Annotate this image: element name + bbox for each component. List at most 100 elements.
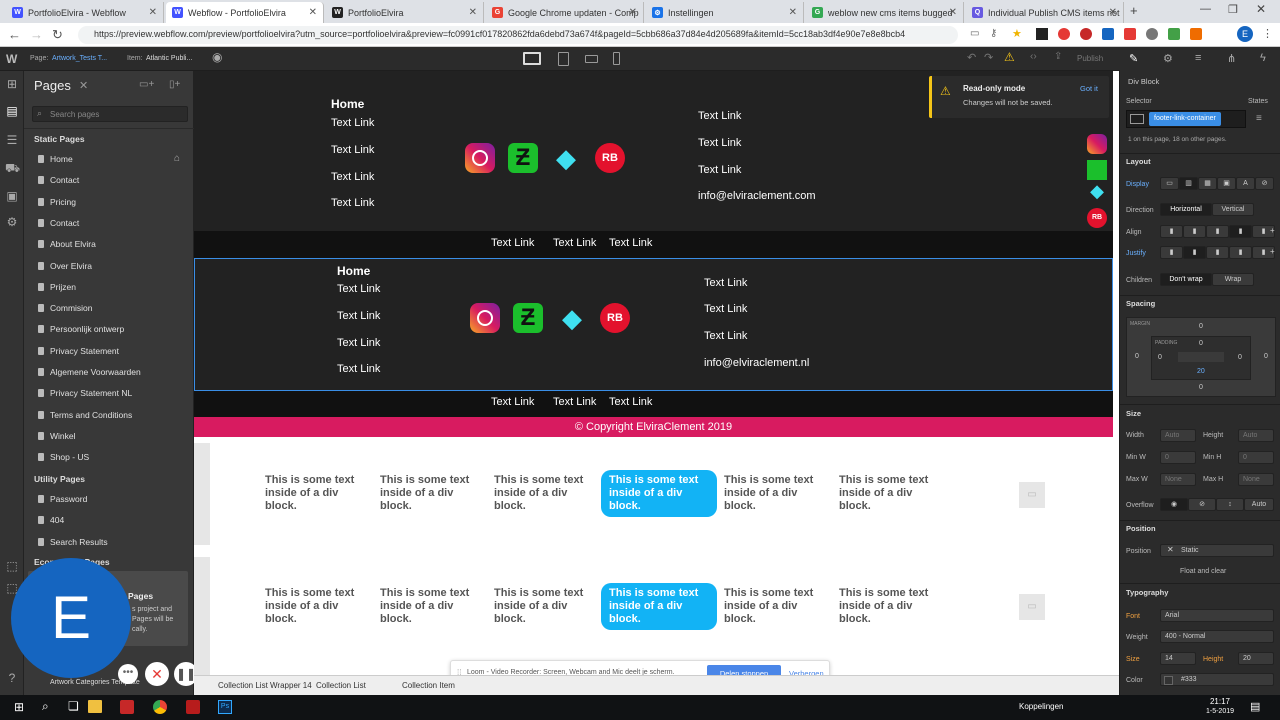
display-inline-block-icon[interactable]: ▣ xyxy=(1217,177,1236,190)
ext-red-icon[interactable] xyxy=(1124,28,1136,40)
class-tag[interactable]: footer-link-container xyxy=(1149,112,1221,126)
footer-text-link[interactable]: Text Link xyxy=(698,110,741,122)
cast-icon[interactable]: ▭ xyxy=(970,28,979,39)
footer-home-link[interactable]: Home xyxy=(331,97,364,111)
close-tab-icon[interactable]: ✕ xyxy=(469,7,477,18)
style-manager-icon[interactable]: ≡ xyxy=(1195,52,1201,64)
ext-orange-icon[interactable] xyxy=(1190,28,1202,40)
mobile-landscape-icon[interactable] xyxy=(585,55,598,63)
display-grid-icon[interactable]: ▦ xyxy=(1198,177,1217,190)
margin-top[interactable]: 0 xyxy=(1199,323,1203,330)
instagram-icon[interactable] xyxy=(470,303,500,333)
new-tab-button[interactable]: + xyxy=(1130,3,1138,18)
assets-icon[interactable]: ▣ xyxy=(5,189,19,203)
clock-date[interactable]: 1-5-2019 xyxy=(1200,708,1240,715)
maximize-button[interactable]: ❐ xyxy=(1228,3,1238,16)
redbubble-icon[interactable]: RB xyxy=(1087,208,1107,228)
webflow-logo-icon[interactable]: W xyxy=(6,52,17,66)
interactions-icon[interactable]: ⋔ xyxy=(1227,52,1236,65)
photoshop-icon[interactable]: Ps xyxy=(218,700,232,714)
diamond-icon[interactable]: ◆ xyxy=(557,303,587,333)
pages-icon[interactable]: ▤ xyxy=(5,104,19,118)
spacing-section[interactable]: Spacing xyxy=(1126,299,1155,308)
key-icon[interactable]: ⚷ xyxy=(990,28,997,39)
padding-box[interactable]: PADDING 0 0 20 0 xyxy=(1151,336,1251,380)
browser-tab[interactable]: W PortfolioElvira ✕ xyxy=(326,2,484,23)
page-item[interactable]: Privacy Statement NL xyxy=(28,383,190,403)
layout-section[interactable]: Layout xyxy=(1126,157,1151,166)
display-none-icon[interactable]: ⊘ xyxy=(1255,177,1274,190)
align-option-icon[interactable]: ▮ xyxy=(1229,225,1252,238)
footer-text-link[interactable]: Text Link xyxy=(331,171,374,183)
cms-icon[interactable]: ☰ xyxy=(5,133,19,147)
pages-search[interactable]: ⌕ Search pages xyxy=(32,106,188,122)
app-red-icon[interactable] xyxy=(120,700,134,714)
page-selector[interactable]: Artwork_Tests T... xyxy=(52,55,107,62)
color-input[interactable]: #333 xyxy=(1160,673,1274,686)
opera-ext-icon[interactable] xyxy=(1058,28,1070,40)
footer-email-link[interactable]: info@elviraclement.com xyxy=(698,190,816,202)
page-item[interactable]: Home xyxy=(28,149,190,169)
bottom-text-link[interactable]: Text Link xyxy=(553,396,596,408)
card-text[interactable]: This is some text inside of a div block. xyxy=(724,474,824,513)
close-tab-icon[interactable]: ✕ xyxy=(629,7,637,18)
footer-text-link[interactable]: Text Link xyxy=(337,337,380,349)
justify-option-icon[interactable]: ▮ xyxy=(1206,246,1229,259)
close-tab-icon[interactable]: ✕ xyxy=(309,7,317,18)
browser-tab[interactable]: W PortfolioElvira - Webflow ✕ xyxy=(6,2,164,23)
footer-text-link[interactable]: Text Link xyxy=(704,277,747,289)
margin-left[interactable]: 0 xyxy=(1135,353,1139,360)
windows-start-icon[interactable]: ⊞ xyxy=(14,700,24,714)
diamond-icon[interactable]: ◆ xyxy=(551,143,581,173)
padding-left[interactable]: 0 xyxy=(1158,354,1162,361)
undo-icon[interactable]: ↶ xyxy=(967,51,976,64)
footer-text-link[interactable]: Text Link xyxy=(331,197,374,209)
ext-gray-icon[interactable] xyxy=(1146,28,1158,40)
overflow-visible-icon[interactable]: ◉ xyxy=(1160,498,1188,511)
direction-horizontal[interactable]: Horizontal xyxy=(1160,203,1212,216)
bottom-text-link[interactable]: Text Link xyxy=(609,237,652,249)
code-icon[interactable]: ‹› xyxy=(1030,51,1037,62)
redbubble-icon[interactable]: RB xyxy=(600,303,630,333)
float-clear-toggle[interactable]: Float and clear xyxy=(1180,568,1226,575)
add-panel-icon[interactable]: ⊞ xyxy=(5,77,19,91)
profile-avatar[interactable]: E xyxy=(1237,26,1253,42)
justify-option-icon[interactable]: ▮ xyxy=(1183,246,1206,259)
page-item[interactable]: Terms and Conditions xyxy=(28,405,190,425)
footer-text-link[interactable]: Text Link xyxy=(337,283,380,295)
warning-icon[interactable]: ⚠ xyxy=(1004,50,1015,64)
margin-right[interactable]: 0 xyxy=(1264,353,1268,360)
add-folder-icon[interactable]: ▭+ xyxy=(139,79,154,90)
wrap-button[interactable]: Wrap xyxy=(1212,273,1254,286)
page-item[interactable]: About Elvira xyxy=(28,234,190,254)
selector-menu-icon[interactable]: ≡ xyxy=(1256,113,1262,124)
preview-eye-icon[interactable]: ◉ xyxy=(212,50,222,64)
task-view-icon[interactable]: ❏ xyxy=(68,699,79,713)
file-explorer-icon[interactable] xyxy=(88,700,102,713)
mobile-portrait-icon[interactable] xyxy=(613,52,620,65)
tablet-breakpoint-icon[interactable] xyxy=(558,52,569,66)
page-item[interactable]: Privacy Statement xyxy=(28,341,190,361)
breadcrumb-item[interactable]: Collection Item xyxy=(402,681,455,690)
align-option-icon[interactable]: ▮ xyxy=(1183,225,1206,238)
footer-text-link[interactable]: Text Link xyxy=(698,164,741,176)
margin-bottom[interactable]: 0 xyxy=(1199,384,1203,391)
typography-section[interactable]: Typography xyxy=(1126,588,1168,597)
padding-top[interactable]: 0 xyxy=(1199,340,1203,347)
close-tab-icon[interactable]: ✕ xyxy=(1109,7,1117,18)
display-flex-icon[interactable]: ▥ xyxy=(1179,177,1198,190)
chrome-icon[interactable] xyxy=(153,700,167,714)
card-text[interactable]: This is some text inside of a div block. xyxy=(724,587,824,626)
card-text[interactable]: This is some text inside of a div block. xyxy=(494,474,594,513)
settings-icon[interactable]: ⚙ xyxy=(5,215,19,229)
padding-right[interactable]: 0 xyxy=(1238,354,1242,361)
page-item[interactable]: Algemene Voorwaarden xyxy=(28,362,190,382)
select-icon[interactable]: ⬚ xyxy=(5,559,19,573)
display-inline-icon[interactable]: A xyxy=(1236,177,1255,190)
direction-vertical[interactable]: Vertical xyxy=(1212,203,1254,216)
footer-text-link[interactable]: Text Link xyxy=(704,330,747,342)
line-height-input[interactable]: 20 xyxy=(1238,652,1274,665)
got-it-button[interactable]: Got it xyxy=(1080,84,1098,93)
bottom-text-link[interactable]: Text Link xyxy=(491,237,534,249)
footer-text-link[interactable]: Text Link xyxy=(704,303,747,315)
